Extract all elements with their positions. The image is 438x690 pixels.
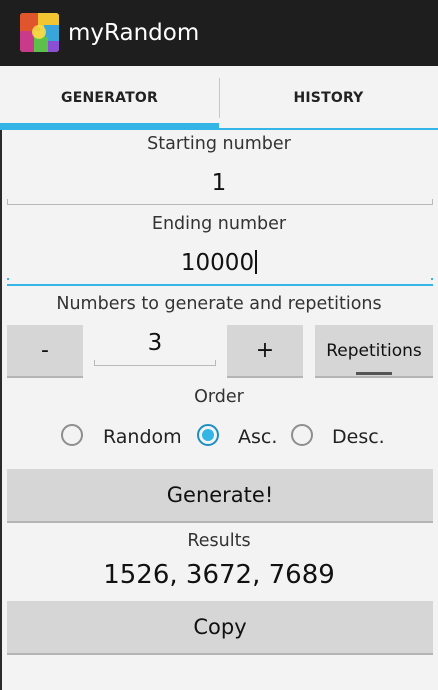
order-radio-group: Random Asc. Desc. (0, 420, 438, 454)
window-edge (0, 66, 2, 690)
order-desc-label[interactable]: Desc. (332, 424, 385, 450)
tab-bar: GENERATOR HISTORY (0, 66, 438, 130)
tab-selected-indicator (0, 123, 219, 130)
ending-number-underline (7, 284, 433, 286)
ending-number-label: Ending number (151, 214, 287, 234)
order-random-radio[interactable] (61, 424, 83, 446)
ending-number-input[interactable]: 10000 (0, 250, 438, 276)
count-underline-right (215, 360, 216, 366)
increment-button[interactable]: + (227, 325, 303, 378)
starting-number-underline-left (7, 199, 8, 205)
order-desc-radio[interactable] (291, 424, 313, 446)
starting-number-input[interactable]: 1 (0, 170, 438, 196)
tab-history[interactable]: HISTORY (219, 66, 438, 130)
copy-button[interactable]: Copy (7, 601, 433, 655)
ending-number-underline-left (7, 278, 9, 280)
decrement-button[interactable]: - (7, 325, 83, 378)
starting-number-underline (7, 204, 433, 205)
order-asc-radio[interactable] (197, 424, 219, 446)
results-value: 1526, 3672, 7689 (103, 560, 335, 590)
app-icon[interactable] (20, 13, 59, 52)
starting-number-label: Starting number (147, 134, 291, 154)
results-label: Results (187, 531, 251, 551)
text-cursor (255, 250, 258, 274)
generate-button[interactable]: Generate! (7, 469, 433, 523)
tab-generator[interactable]: GENERATOR (0, 66, 219, 130)
tab-underline (219, 128, 438, 130)
repetitions-toggle-button[interactable]: Repetitions (315, 325, 433, 378)
count-input[interactable]: 3 (94, 330, 216, 356)
app-title: myRandom (68, 20, 200, 46)
repetitions-toggle-indicator (356, 372, 392, 375)
order-random-label[interactable]: Random (103, 424, 182, 450)
order-asc-label[interactable]: Asc. (238, 424, 277, 450)
count-underline (94, 365, 216, 366)
count-underline-left (94, 360, 95, 366)
count-label: Numbers to generate and repetitions (56, 294, 382, 314)
order-label: Order (194, 387, 244, 407)
starting-number-underline-right (432, 199, 433, 205)
ending-number-value: 10000 (180, 250, 255, 276)
ending-number-underline-right (431, 278, 433, 280)
action-bar: myRandom (0, 0, 438, 66)
